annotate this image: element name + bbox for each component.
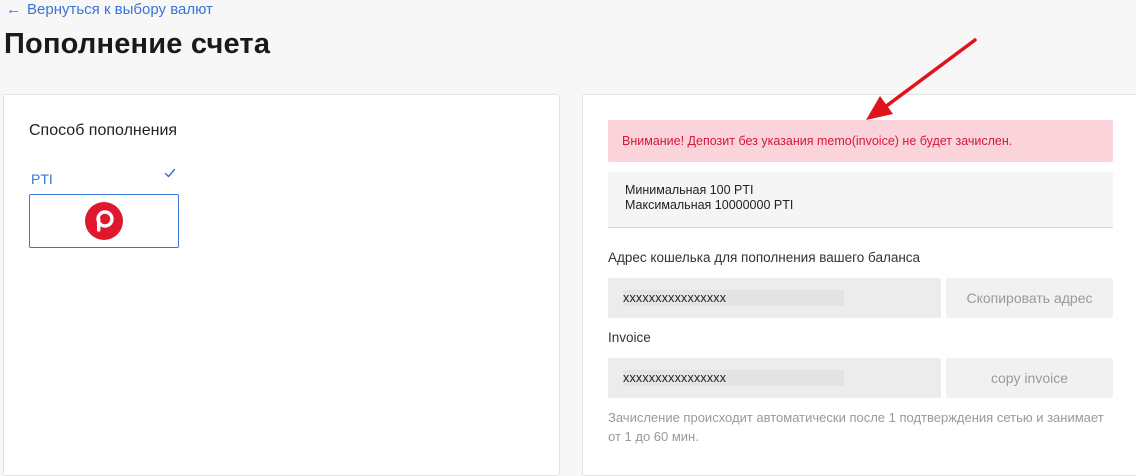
pti-logo-icon <box>85 202 123 240</box>
copy-address-button[interactable]: Скопировать адрес <box>946 278 1113 318</box>
invoice-field[interactable]: xxxxxxxxxxxxxxxx <box>608 358 941 398</box>
min-limit-text: Минимальная 100 PTI <box>625 183 754 197</box>
arrow-left-icon: ← <box>6 0 21 18</box>
page-title: Пополнение счета <box>4 28 271 60</box>
back-link-label: Вернуться к выбору валют <box>27 0 213 18</box>
wallet-address-field[interactable]: xxxxxxxxxxxxxxxx <box>608 278 941 318</box>
invoice-value: xxxxxxxxxxxxxxxx <box>623 370 845 386</box>
wallet-address-label: Адрес кошелька для пополнения вашего бал… <box>608 250 921 265</box>
deposit-limits-box: Минимальная 100 PTI Максимальная 1000000… <box>608 172 1113 228</box>
deposit-details-panel: Внимание! Депозит без указания memo(invo… <box>582 94 1136 476</box>
method-card-pti[interactable] <box>29 194 179 248</box>
check-icon <box>164 168 176 178</box>
processing-note: Зачисление происходит автоматически посл… <box>608 410 1104 444</box>
warning-text: Внимание! Депозит без указания memo(invo… <box>622 134 1013 148</box>
deposit-method-panel: Способ пополнения PTI <box>3 94 560 476</box>
invoice-label: Invoice <box>608 330 651 345</box>
copy-invoice-button[interactable]: copy invoice <box>946 358 1113 398</box>
method-section-title: Способ пополнения <box>29 122 178 139</box>
back-to-currencies-link[interactable]: ← Вернуться к выбору валют <box>6 0 213 18</box>
max-limit-text: Максимальная 10000000 PTI <box>625 198 794 212</box>
wallet-address-value: xxxxxxxxxxxxxxxx <box>623 290 845 306</box>
memo-warning-banner: Внимание! Депозит без указания memo(invo… <box>608 120 1113 162</box>
method-name-label: PTI <box>31 171 53 187</box>
